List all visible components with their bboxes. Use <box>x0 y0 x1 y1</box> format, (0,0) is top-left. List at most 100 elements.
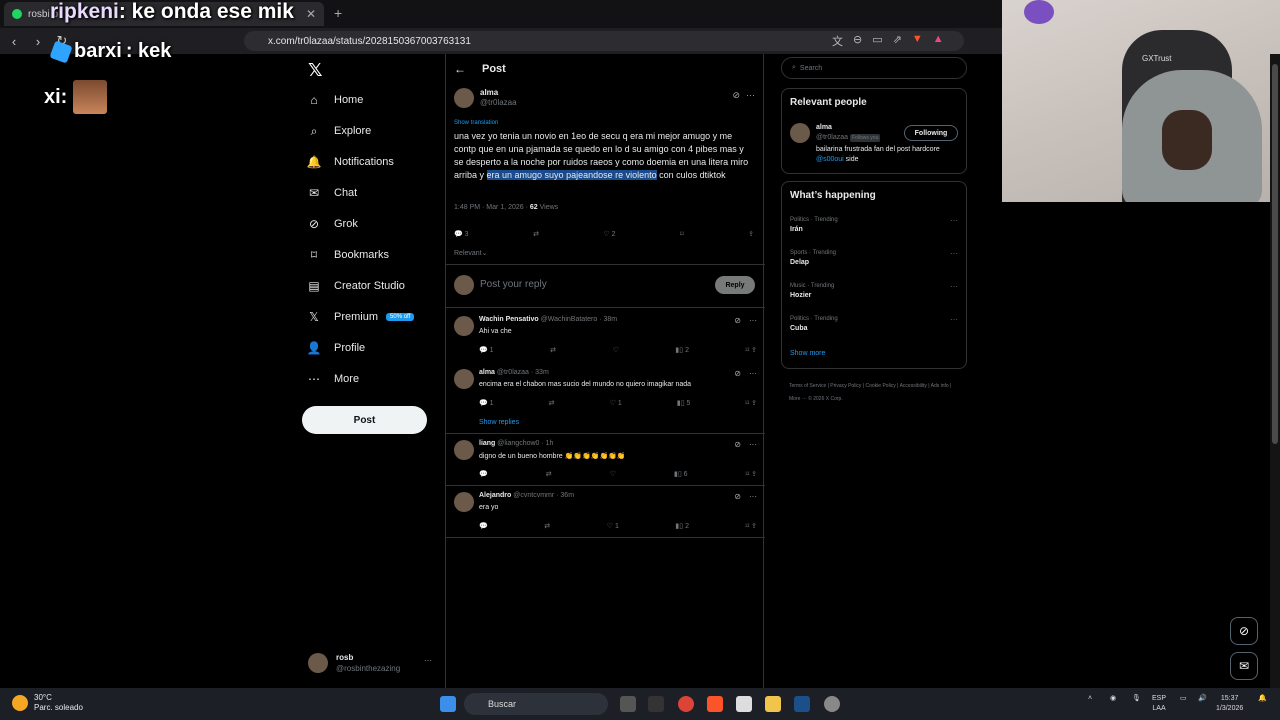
share-icon[interactable]: ⇪ <box>751 523 757 530</box>
reply-author[interactable]: Wachin Pensativo <box>479 316 539 323</box>
show-replies-link[interactable]: Show replies <box>479 419 519 426</box>
avatar[interactable] <box>454 440 474 460</box>
reply-button[interactable]: Reply <box>715 276 755 294</box>
rewards-icon[interactable]: ▲ <box>933 33 944 49</box>
start-icon[interactable] <box>440 696 456 712</box>
show-translation-link[interactable]: Show translation <box>454 120 498 126</box>
reply-item[interactable]: Wachin Pensativo @WachinBatatero · 38m A… <box>446 310 765 363</box>
back-icon[interactable]: ‹ <box>4 34 24 49</box>
views-action[interactable]: ▮▯ 2 <box>675 346 689 354</box>
like-action[interactable]: ♡ 2 <box>603 230 615 238</box>
weather-widget[interactable]: 30°C Parc. soleado <box>12 693 83 713</box>
steam-icon[interactable] <box>794 696 810 712</box>
trend-item[interactable]: Politics · Trending Cuba <box>790 315 838 333</box>
scrollbar-thumb[interactable] <box>1272 64 1278 444</box>
network-icon[interactable]: ▭ <box>1180 694 1187 704</box>
bookmark-icon[interactable]: ⌑ <box>746 523 750 530</box>
more-icon[interactable]: ··· <box>746 90 755 101</box>
epic-games-icon[interactable] <box>648 696 664 712</box>
more-icon[interactable]: ··· <box>749 440 757 449</box>
reply-action[interactable]: 💬 <box>479 470 488 478</box>
like-action[interactable]: ♡ <box>610 470 616 478</box>
nav-item-creator-studio[interactable]: ▤ Creator Studio <box>306 275 405 297</box>
grok-icon[interactable]: ⊘ <box>734 316 741 325</box>
share-icon[interactable]: ⇗ <box>893 33 902 49</box>
bio-mention-link[interactable]: @s00oui <box>816 156 844 163</box>
x-logo-icon[interactable]: 𝕏 <box>308 60 323 81</box>
reply-meta[interactable]: @tr0lazaa · 33m <box>497 369 549 376</box>
reply-meta[interactable]: @liangchow0 · 1h <box>497 440 553 447</box>
avatar[interactable] <box>454 492 474 512</box>
bookmark-icon[interactable]: ⌑ <box>746 400 750 407</box>
avatar[interactable] <box>454 88 474 108</box>
forward-icon[interactable]: › <box>28 34 48 49</box>
reply-author[interactable]: alma <box>479 369 495 376</box>
tray-chevron-icon[interactable]: ˄ <box>1088 694 1092 704</box>
nav-item-profile[interactable]: 👤 Profile <box>306 337 366 359</box>
share-icon[interactable]: ⇪ <box>751 400 757 407</box>
more-icon[interactable]: ··· <box>424 656 432 665</box>
avatar[interactable] <box>454 316 474 336</box>
bookmark-icon[interactable]: ⌑ <box>746 347 750 354</box>
post-button[interactable]: Post <box>302 406 427 434</box>
grok-icon[interactable]: ⊘ <box>734 440 741 449</box>
new-tab-icon[interactable]: + <box>334 5 342 21</box>
reply-action[interactable]: 💬 <box>479 522 488 530</box>
bookmark-icon[interactable]: ⌑ <box>746 471 750 478</box>
reply-meta[interactable]: @cvntcvmmr · 36m <box>513 492 574 499</box>
translate-icon[interactable]: 文 <box>832 33 843 49</box>
person-name[interactable]: alma <box>816 123 880 133</box>
reply-item[interactable]: Alejandro @cvntcvmmr · 36m era yo ⊘ ··· 💬… <box>446 486 765 538</box>
task-view-icon[interactable] <box>620 696 636 712</box>
avatar[interactable] <box>790 123 810 143</box>
scrollbar[interactable] <box>1270 54 1280 688</box>
discord-icon[interactable]: ◉ <box>1110 694 1116 704</box>
like-action[interactable]: ♡ 1 <box>610 399 622 407</box>
obs-icon[interactable] <box>824 696 840 712</box>
store-icon[interactable] <box>736 696 752 712</box>
more-icon[interactable]: ··· <box>950 315 958 324</box>
repost-icon[interactable]: ⇄ <box>550 346 556 354</box>
like-action[interactable]: ♡ 1 <box>607 522 619 530</box>
like-action[interactable]: ♡ <box>613 346 619 354</box>
clock[interactable]: 15:37 1/3/2026 <box>1216 694 1243 714</box>
nav-item-chat[interactable]: ✉ Chat <box>306 182 357 204</box>
grok-icon[interactable]: ⊘ <box>734 369 741 378</box>
author-name[interactable]: alma <box>480 88 517 98</box>
cast-icon[interactable]: ▭ <box>872 33 882 49</box>
grok-icon[interactable]: ⊘ <box>1230 617 1258 645</box>
notification-icon[interactable]: 🔔 <box>1258 694 1267 704</box>
account-switcher[interactable]: rosb @rosbinthezazing ··· <box>308 652 432 674</box>
nav-item-grok[interactable]: ⊘ Grok <box>306 213 358 235</box>
show-more-link[interactable]: Show more <box>790 350 825 357</box>
trend-item[interactable]: Sports · Trending Delap <box>790 249 836 267</box>
reply-author[interactable]: Alejandro <box>479 492 511 499</box>
reply-author[interactable]: liang <box>479 440 495 447</box>
share-icon[interactable]: ⇪ <box>751 347 757 354</box>
nav-item-explore[interactable]: ⌕ Explore <box>306 120 372 142</box>
avatar[interactable] <box>454 369 474 389</box>
grok-icon[interactable]: ⊘ <box>732 90 740 101</box>
bookmark-icon[interactable]: ⌑ <box>680 230 684 238</box>
following-button[interactable]: Following <box>904 125 958 141</box>
share-icon[interactable]: ⇪ <box>748 230 754 238</box>
brave-icon[interactable]: ▼ <box>912 33 923 49</box>
more-icon[interactable]: ··· <box>950 216 958 225</box>
mic-icon[interactable]: 🎙 <box>1132 694 1141 704</box>
reply-action[interactable]: 💬 3 <box>454 230 469 238</box>
taskbar-search[interactable]: Buscar <box>464 693 608 715</box>
grok-icon[interactable]: ⊘ <box>734 492 741 501</box>
trend-item[interactable]: Politics · Trending Irán <box>790 216 838 234</box>
repost-icon[interactable]: ⇄ <box>544 522 550 530</box>
more-icon[interactable]: ··· <box>749 369 757 378</box>
nav-item-notifications[interactable]: 🔔 Notifications <box>306 151 394 173</box>
footer-links[interactable]: Terms of Service | Privacy Policy | Cook… <box>789 380 959 406</box>
author-handle[interactable]: @tr0lazaa <box>480 98 517 108</box>
nav-item-premium[interactable]: 𝕏 Premium 50% off <box>306 306 415 328</box>
post-time[interactable]: 1:48 PM · Mar 1, 2026 · <box>454 204 530 211</box>
more-icon[interactable]: ··· <box>749 492 757 501</box>
reply-action[interactable]: 💬 1 <box>479 399 494 407</box>
person-handle[interactable]: @tr0lazaa <box>816 134 848 141</box>
sort-dropdown[interactable]: Relevant⌄ <box>454 249 488 257</box>
zoom-icon[interactable]: ⊖ <box>853 33 862 49</box>
